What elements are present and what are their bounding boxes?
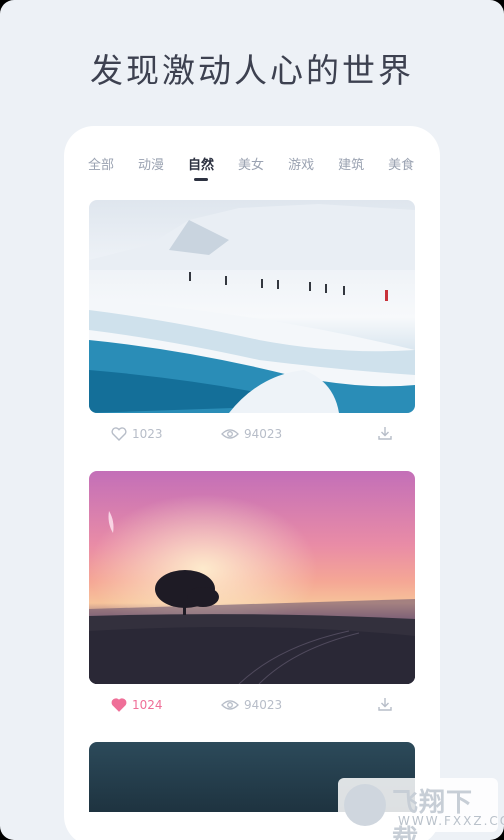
card-meta: 1024 94023 — [89, 684, 415, 728]
like-button[interactable]: 1023 — [111, 427, 163, 441]
tab-anime[interactable]: 动漫 — [138, 154, 164, 184]
view-count: 94023 — [244, 698, 283, 712]
tab-nature[interactable]: 自然 — [188, 154, 214, 184]
card-meta: 1023 94023 — [89, 413, 415, 457]
category-tabs: 全部 动漫 自然 美女 游戏 建筑 美食 — [64, 154, 440, 184]
tab-food[interactable]: 美食 — [388, 154, 414, 184]
wallpaper-card: 1024 94023 — [89, 471, 415, 728]
download-icon — [378, 427, 392, 440]
tab-beauty[interactable]: 美女 — [238, 154, 264, 184]
phone-screen: 全部 动漫 自然 美女 游戏 建筑 美食 1023 94023 1024 940… — [64, 126, 440, 840]
tab-architecture[interactable]: 建筑 — [338, 154, 364, 184]
view-count: 94023 — [244, 427, 283, 441]
glacier-illustration — [89, 204, 415, 413]
wallpaper-image-sunset[interactable] — [89, 471, 415, 684]
eye-icon — [221, 429, 239, 439]
like-count: 1024 — [132, 698, 163, 712]
tab-all[interactable]: 全部 — [88, 154, 114, 184]
watermark: 飞翔下载 WWW.FXXZ.COM — [338, 778, 504, 840]
wallpaper-card: 1023 94023 — [89, 200, 415, 457]
eye-icon — [221, 700, 239, 710]
watermark-url: WWW.FXXZ.COM — [398, 814, 504, 828]
wallpaper-image-glacier[interactable] — [89, 200, 415, 413]
app-frame: 发现激动人心的世界 全部 动漫 自然 美女 游戏 建筑 美食 1023 9402… — [0, 0, 504, 840]
download-icon — [378, 698, 392, 711]
like-button[interactable]: 1024 — [111, 698, 163, 712]
heart-filled-icon — [111, 698, 127, 712]
like-count: 1023 — [132, 427, 163, 441]
watermark-text: 飞翔下载 — [392, 788, 474, 840]
view-stat: 94023 — [221, 698, 282, 712]
sunset-illustration — [89, 471, 415, 684]
tab-games[interactable]: 游戏 — [288, 154, 314, 184]
download-button[interactable] — [377, 696, 393, 715]
download-button[interactable] — [377, 425, 393, 444]
watermark-logo-icon — [344, 784, 386, 826]
headline: 发现激动人心的世界 — [90, 51, 414, 90]
heart-outline-icon — [111, 427, 127, 441]
view-stat: 94023 — [221, 427, 282, 441]
